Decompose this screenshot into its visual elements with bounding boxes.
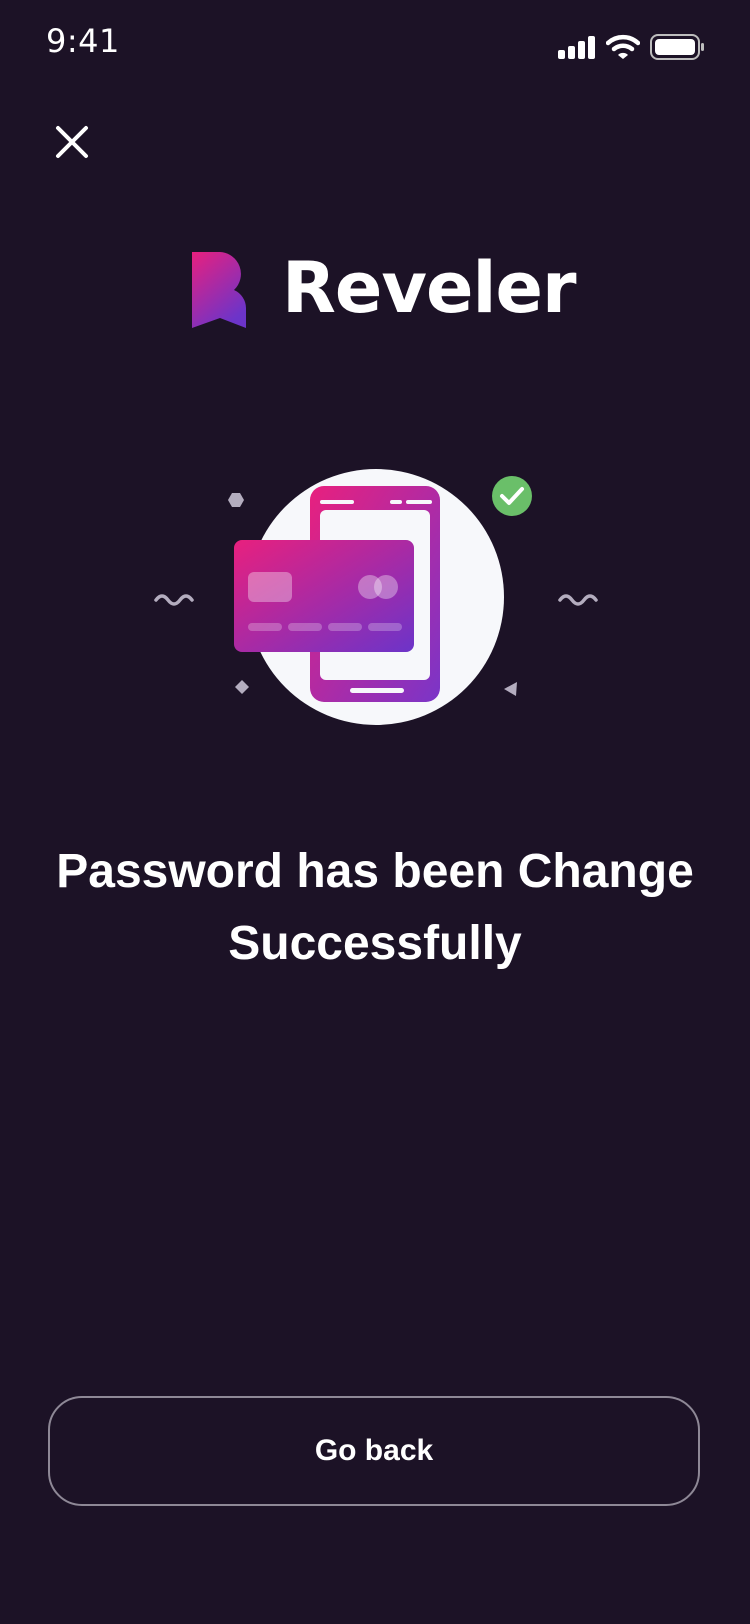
status-time: 9:41 (46, 22, 120, 60)
brand-name: Reveler (282, 247, 576, 329)
status-icons (558, 34, 704, 60)
wifi-icon (606, 34, 640, 59)
success-message-line2: Successfully (228, 917, 522, 970)
reveler-logo-icon (192, 252, 246, 328)
phone-card-payment-icon (154, 469, 598, 725)
close-icon (56, 126, 88, 158)
status-bar: 9:41 (0, 0, 750, 90)
check-circle-icon (492, 476, 532, 516)
cellular-signal-icon (558, 36, 595, 59)
success-message: Password has been Change Successfully (30, 836, 720, 980)
go-back-button[interactable]: Go back (48, 1396, 700, 1506)
battery-icon (650, 34, 704, 60)
close-button[interactable] (46, 116, 98, 168)
brand: Reveler (190, 248, 576, 332)
success-message-line1: Password has been Change (56, 845, 694, 898)
